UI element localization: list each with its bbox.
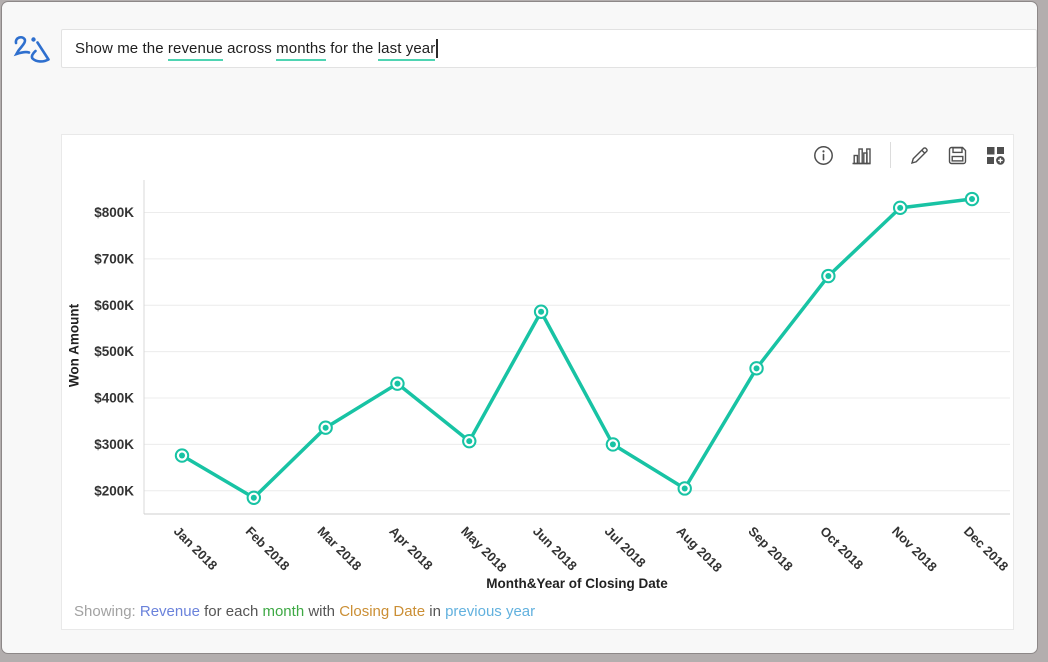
query-text: Show me the revenue across months for th…: [75, 40, 435, 57]
revenue-line: [182, 199, 972, 498]
data-point-apr-2018[interactable]: [391, 377, 403, 389]
text-cursor: [436, 39, 438, 58]
x-tick-label: Dec 2018: [961, 524, 1011, 574]
data-point-dec-2018[interactable]: [966, 193, 978, 205]
data-point-oct-2018[interactable]: [822, 270, 834, 282]
y-tick-label: $800K: [94, 205, 134, 220]
y-tick-label: $500K: [94, 344, 134, 359]
x-tick-label: Aug 2018: [674, 524, 725, 575]
y-tick-label: $600K: [94, 298, 134, 313]
showing-text: for each: [200, 603, 263, 620]
query-term[interactable]: months: [276, 40, 326, 61]
x-axis-title: Month&Year of Closing Date: [144, 576, 1010, 591]
x-tick-label: Jan 2018: [171, 524, 220, 573]
query-input[interactable]: Show me the revenue across months for th…: [61, 29, 1037, 68]
x-tick-label: Feb 2018: [243, 524, 293, 574]
showing-text: with: [304, 603, 339, 620]
data-point-mar-2018[interactable]: [319, 422, 331, 434]
y-tick-label: $300K: [94, 437, 134, 452]
data-point-jun-2018[interactable]: [535, 306, 547, 318]
showing-field-chip[interactable]: Closing Date: [339, 603, 425, 620]
showing-field-chip[interactable]: month: [262, 603, 304, 620]
zia-window: Show me the revenue across months for th…: [1, 1, 1038, 654]
showing-field-chip[interactable]: Revenue: [140, 603, 200, 620]
query-word: across: [223, 40, 276, 57]
query-term[interactable]: revenue: [168, 40, 223, 61]
y-tick-label: $200K: [94, 483, 134, 498]
data-point-sep-2018[interactable]: [750, 362, 762, 374]
x-tick-label: Oct 2018: [817, 524, 866, 573]
query-word: Show me the: [75, 40, 168, 57]
query-word: for the: [326, 40, 378, 57]
x-tick-label: Apr 2018: [386, 524, 435, 573]
x-tick-label: Mar 2018: [315, 524, 365, 574]
x-tick-label: Jul 2018: [602, 524, 649, 571]
x-tick-label: May 2018: [458, 524, 509, 575]
x-tick-label: Nov 2018: [889, 524, 940, 575]
query-term[interactable]: last year: [378, 40, 436, 61]
data-point-feb-2018[interactable]: [248, 492, 260, 504]
y-tick-label: $400K: [94, 391, 134, 406]
y-tick-label: $700K: [94, 251, 134, 266]
showing-text: Showing:: [74, 603, 140, 620]
x-tick-label: Jun 2018: [530, 524, 580, 574]
data-point-jan-2018[interactable]: [176, 449, 188, 461]
chart-panel: Won Amount $200K$300K$400K$500K$600K$700…: [61, 134, 1014, 630]
zia-logo: [13, 33, 55, 67]
data-point-aug-2018[interactable]: [679, 482, 691, 494]
data-point-jul-2018[interactable]: [607, 438, 619, 450]
showing-field-chip[interactable]: previous year: [445, 603, 535, 620]
showing-text: in: [425, 603, 445, 620]
x-tick-label: Sep 2018: [745, 524, 795, 574]
data-point-may-2018[interactable]: [463, 435, 475, 447]
showing-summary: Showing: Revenue for each month with Clo…: [74, 603, 1001, 620]
revenue-line-chart: $200K $300K $400K $500K $600K $700K $800K Jan 2…: [62, 135, 1015, 597]
data-point-nov-2018[interactable]: [894, 202, 906, 214]
